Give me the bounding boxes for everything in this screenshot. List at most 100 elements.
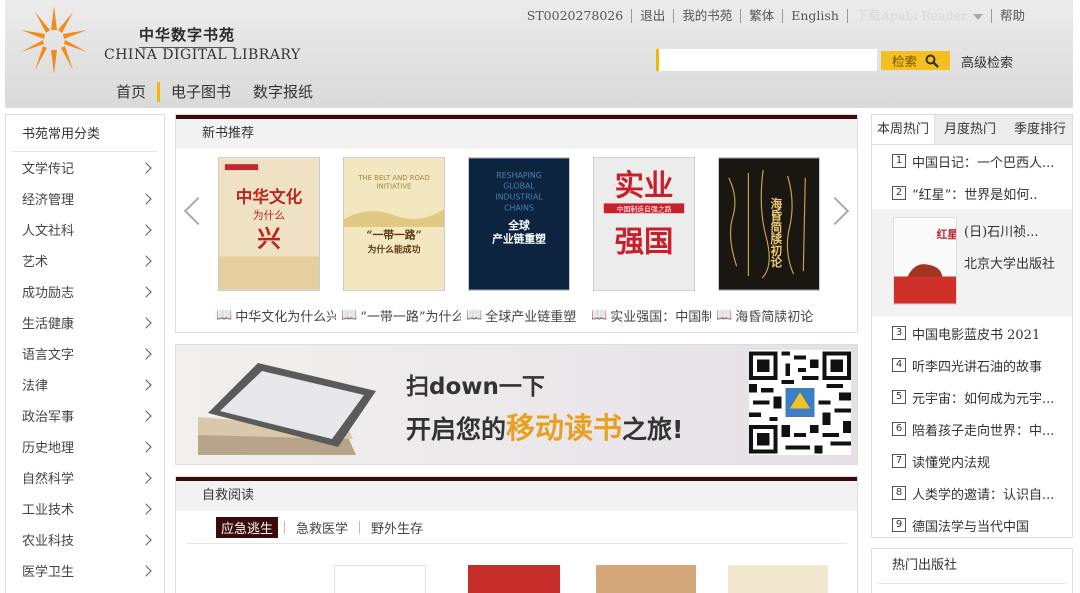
- nav-newspapers[interactable]: 数字报纸: [242, 82, 324, 102]
- category-item[interactable]: 政治军事: [6, 400, 164, 431]
- hot-publishers-title: 热门出版社: [878, 549, 1066, 584]
- chevron-right-icon: [140, 223, 152, 236]
- book-item[interactable]: THE BELT AND ROAD INITIATIVE “一带一路” 为什么能…: [301, 157, 461, 325]
- nav-home[interactable]: 首页: [105, 82, 157, 102]
- logout-link[interactable]: 退出: [631, 9, 673, 23]
- hot-list-item[interactable]: 5 元宇宙：如何成为元宇...: [872, 381, 1072, 413]
- chevron-down-icon: [972, 13, 983, 20]
- hot-item-title: 陪着孩子走向世界：中...: [912, 423, 1055, 439]
- rank-number: 9: [892, 518, 906, 532]
- hot-feature-item[interactable]: 红星 (日)石川祯... 北京大学出版社: [872, 209, 1072, 317]
- chevron-right-icon: [140, 440, 152, 453]
- advanced-search-link[interactable]: 高级检索: [961, 52, 1013, 71]
- hot-list-item[interactable]: 8 人类学的邀请：认识自...: [872, 477, 1072, 509]
- tab-emergency-escape[interactable]: 应急逃生: [216, 516, 279, 538]
- category-item[interactable]: 人文社科: [6, 214, 164, 245]
- book-cover[interactable]: [596, 565, 696, 593]
- tab-divider: [359, 520, 361, 534]
- new-books-title: 新书推荐: [176, 115, 857, 149]
- logo-icon[interactable]: [17, 4, 91, 76]
- book-item[interactable]: 中华文化 为什么 兴 📖 中华文化为什么兴: [176, 157, 336, 325]
- book-item[interactable]: 实业 中国制造自强之路 强国 📖实业强国：中国制造自强之路: [551, 157, 711, 325]
- book-cover[interactable]: [728, 565, 828, 593]
- category-item[interactable]: 经济管理: [6, 183, 164, 214]
- book-cover[interactable]: [334, 565, 426, 593]
- category-item[interactable]: 艺术: [6, 245, 164, 276]
- tab-first-aid[interactable]: 急救医学: [291, 517, 353, 538]
- book-caption-text: 中华文化为什么兴: [235, 310, 336, 325]
- feature-publisher[interactable]: 北京大学出版社: [964, 253, 1055, 272]
- hot-list-item[interactable]: 6 陪着孩子走向世界：中...: [872, 413, 1072, 445]
- hot-list-item[interactable]: 7 读懂党内法规: [872, 445, 1072, 477]
- hot-list-item[interactable]: 1 中国日记：一个巴西人...: [872, 145, 1072, 177]
- book-item[interactable]: RESHAPING GLOBAL INDUSTRIAL CHAINS 全球 产业…: [426, 157, 576, 325]
- rank-number: 6: [892, 422, 906, 436]
- svg-text:为什么: 为什么: [253, 209, 286, 222]
- book-caption[interactable]: 📖 海昏简牍初论: [716, 306, 836, 325]
- my-library-link[interactable]: 我的书苑: [673, 9, 740, 23]
- top-utility-bar: ST0020278026 退出 我的书苑 繁体 English 下载Apabi …: [519, 9, 1033, 23]
- rank-number: 1: [892, 154, 906, 168]
- hot-list-item[interactable]: 2 “红星”：世界是如何..: [872, 177, 1072, 209]
- svg-text:强国: 强国: [615, 223, 674, 258]
- book-item[interactable]: 海昏简牍初论 📖 海昏简牍初论: [676, 157, 820, 325]
- tab-monthly-hot[interactable]: 月度热门: [939, 115, 1001, 144]
- sidebar-title: 书苑常用分类: [12, 115, 158, 152]
- book-open-icon: 📖: [216, 308, 233, 323]
- category-item[interactable]: 历史地理: [6, 431, 164, 462]
- category-item[interactable]: 语言文字: [6, 338, 164, 369]
- english-link[interactable]: English: [782, 9, 847, 23]
- logo-title-en: CHINA DIGITAL LIBRARY: [104, 47, 301, 63]
- search-input[interactable]: [656, 49, 877, 71]
- hot-list-item[interactable]: 9 德国法学与当代中国: [872, 509, 1072, 541]
- book-caption[interactable]: 📖 全球产业链重塑: [466, 306, 586, 325]
- category-label: 法律: [22, 379, 49, 394]
- category-item[interactable]: 生活健康: [6, 307, 164, 338]
- book-open-icon: 📖: [466, 308, 483, 323]
- banner-line1: 扫down一下: [406, 374, 545, 400]
- qr-code-icon: [749, 350, 851, 455]
- feature-title[interactable]: (日)石川祯...: [964, 221, 1039, 240]
- tab-weekly-hot[interactable]: 本周热门: [872, 115, 936, 144]
- nav-ebooks[interactable]: 电子图书: [157, 82, 242, 102]
- mobile-reading-banner[interactable]: 扫down一下 开启您的移动读书之旅!: [175, 344, 858, 465]
- hot-list-item[interactable]: 3 中国电影蓝皮书 2021: [872, 317, 1072, 349]
- svg-text:CHAINS: CHAINS: [504, 203, 534, 212]
- category-item[interactable]: 成功励志: [6, 276, 164, 307]
- book-caption[interactable]: 📖 中华文化为什么兴: [216, 306, 336, 325]
- tab-wilderness-survival[interactable]: 野外生存: [366, 517, 428, 538]
- site-header: 中华数字书苑 CHINA DIGITAL LIBRARY ST002027802…: [5, 0, 1073, 108]
- new-books-panel: 新书推荐 中华文化 为什么 兴 📖 中华文化为什么兴 THE BELT AND R…: [175, 114, 858, 333]
- carousel-next-icon[interactable]: [820, 196, 850, 226]
- hot-list-item[interactable]: 4 听李四光讲石油的故事: [872, 349, 1072, 381]
- category-label: 历史地理: [22, 441, 75, 456]
- category-item[interactable]: 农业科技: [6, 524, 164, 555]
- traditional-chinese-link[interactable]: 繁体: [740, 9, 782, 23]
- banner-line2-pre: 开启您的: [406, 415, 507, 444]
- category-item[interactable]: 自然科学: [6, 462, 164, 493]
- help-link[interactable]: 帮助: [990, 9, 1033, 23]
- category-label: 语言文字: [22, 348, 75, 363]
- book-caption[interactable]: 📖实业强国：中国制造自强之路: [591, 306, 711, 325]
- download-reader-dropdown[interactable]: 下载Apabi Reader: [846, 9, 991, 23]
- book-open-icon: 📖: [591, 308, 608, 323]
- book-cover[interactable]: [468, 565, 560, 593]
- chevron-right-icon: [140, 192, 152, 205]
- tab-quarterly-rank[interactable]: 季度排行: [1009, 115, 1071, 144]
- search-button[interactable]: 检索: [881, 51, 950, 70]
- book-cover[interactable]: 海昏简牍初论: [718, 157, 820, 291]
- category-item[interactable]: 医学卫生: [6, 555, 164, 586]
- svg-text:中华文化: 中华文化: [236, 186, 303, 206]
- category-item[interactable]: 文学传记: [6, 152, 164, 183]
- category-item[interactable]: 工业技术: [6, 493, 164, 524]
- logo-title-cn: 中华数字书苑: [139, 24, 236, 48]
- book-caption[interactable]: 📖“一带一路”为什么能成功: [341, 306, 461, 325]
- banner-line2-highlight: 移动读书: [506, 411, 623, 445]
- category-item[interactable]: 法律: [6, 369, 164, 400]
- rank-number: 3: [892, 326, 906, 340]
- hot-publishers-panel: 热门出版社: [871, 548, 1073, 593]
- svg-text:“一带一路”: “一带一路”: [366, 229, 421, 242]
- category-label: 生活健康: [22, 317, 75, 332]
- book-cover[interactable]: 红星: [893, 217, 957, 305]
- svg-text:INITIATIVE: INITIATIVE: [377, 183, 412, 191]
